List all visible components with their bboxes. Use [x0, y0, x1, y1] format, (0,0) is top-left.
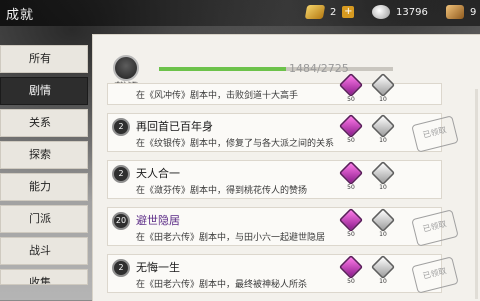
tab-story[interactable]: 剧情	[0, 77, 88, 105]
page-title: 成就	[6, 8, 35, 23]
achievement-list: 在《风冲传》剧本中，击败剑道十大高手 50 10 2 再回首已百年身 在《纹银传…	[107, 72, 459, 301]
reward-purple-gem: 50	[338, 254, 364, 286]
claimed-stamp: 已领取	[411, 209, 459, 247]
tab-collect[interactable]: 收集	[0, 269, 88, 285]
purple-gem-icon	[338, 207, 364, 233]
gold-ingot-counter: 2 +	[304, 3, 355, 21]
reward-purple-gem: 50	[338, 160, 364, 192]
points-progress-fill	[159, 67, 287, 71]
reward-silver: 10	[370, 160, 396, 192]
silver-coin-value: 13796	[396, 6, 428, 18]
achievement-desc: 在《纹银传》剧本中，修复了与各大派之间的关系	[136, 139, 335, 149]
list-scrollbar[interactable]	[475, 89, 478, 299]
top-bar: 成就 2 + 13796 9	[0, 0, 480, 26]
gold-ingot-value: 2	[330, 6, 337, 18]
purple-gem-icon	[338, 160, 364, 186]
tab-relations[interactable]: 关系	[0, 109, 88, 137]
silver-coin-icon	[372, 5, 390, 19]
purple-gem-icon	[338, 113, 364, 139]
scroll-icon	[446, 5, 464, 19]
achievement-row[interactable]: 2 再回首已百年身 在《纹银传》剧本中，修复了与各大派之间的关系 50 10 已…	[107, 113, 459, 153]
claimed-stamp: 已领取	[411, 256, 459, 294]
achievement-desc: 在《田老六传》剧本中，与田小六一起避世隐居	[136, 233, 326, 243]
scroll-counter: 9	[446, 3, 476, 21]
achievement-name: 天人合一	[136, 167, 180, 180]
reward-purple-gem: 50	[338, 72, 364, 104]
achievement-name: 再回首已百年身	[136, 120, 213, 133]
tab-sect[interactable]: 门派	[0, 205, 88, 233]
achievement-medal-icon: 2	[112, 165, 130, 183]
points-header: 成就点数 1484/2725	[93, 35, 480, 89]
purple-gem-icon	[338, 72, 364, 98]
achievement-name: 无悔一生	[136, 261, 180, 274]
reward-silver: 10	[370, 72, 396, 104]
achievement-name: 避世隐居	[136, 214, 180, 227]
achievement-medal-icon: 2	[112, 118, 130, 136]
purple-gem-icon	[338, 254, 364, 280]
achievement-row[interactable]: 2 天人合一 在《潋芬传》剧本中，得到桃花传人的赞扬 50 10	[107, 160, 442, 199]
add-gold-button[interactable]: +	[342, 6, 355, 18]
points-badge-icon	[113, 55, 139, 81]
tab-ability[interactable]: 能力	[0, 173, 88, 201]
achievement-row[interactable]: 在《风冲传》剧本中，击败剑道十大高手 50 10	[107, 72, 442, 105]
reward-purple-gem: 50	[338, 113, 364, 145]
tab-combat[interactable]: 战斗	[0, 237, 88, 265]
silver-ingot-icon	[370, 207, 396, 233]
achievement-desc: 在《风冲传》剧本中，击败剑道十大高手	[136, 91, 299, 101]
silver-coin-counter: 13796	[372, 3, 428, 21]
achievement-row[interactable]: 20 避世隐居 在《田老六传》剧本中，与田小六一起避世隐居 50 10 已领取	[107, 207, 459, 247]
silver-ingot-icon	[370, 72, 396, 98]
reward-silver: 10	[370, 254, 396, 286]
achievement-panel: 成就点数 1484/2725 在《风冲传》剧本中，击败剑道十大高手 50 10 …	[92, 34, 480, 301]
tab-explore[interactable]: 探索	[0, 141, 88, 169]
reward-silver: 10	[370, 207, 396, 239]
achievement-medal-icon: 20	[112, 212, 130, 230]
reward-silver: 10	[370, 113, 396, 145]
achievement-desc: 在《潋芬传》剧本中，得到桃花传人的赞扬	[136, 186, 308, 196]
achievement-row[interactable]: 2 无悔一生 在《田老六传》剧本中，最终被神秘人所杀 50 10 已领取	[107, 254, 459, 294]
silver-ingot-icon	[370, 113, 396, 139]
tab-all[interactable]: 所有	[0, 45, 88, 73]
silver-ingot-icon	[370, 160, 396, 186]
scroll-value: 9	[470, 6, 477, 18]
achievement-medal-icon: 2	[112, 259, 130, 277]
points-progress-bar	[159, 67, 393, 71]
gold-ingot-icon	[304, 5, 326, 19]
achievement-desc: 在《田老六传》剧本中，最终被神秘人所杀	[136, 280, 308, 290]
claimed-stamp: 已领取	[411, 115, 459, 153]
silver-ingot-icon	[370, 254, 396, 280]
reward-purple-gem: 50	[338, 207, 364, 239]
category-sidebar: 所有 剧情 关系 探索 能力 门派 战斗 收集	[0, 45, 88, 289]
